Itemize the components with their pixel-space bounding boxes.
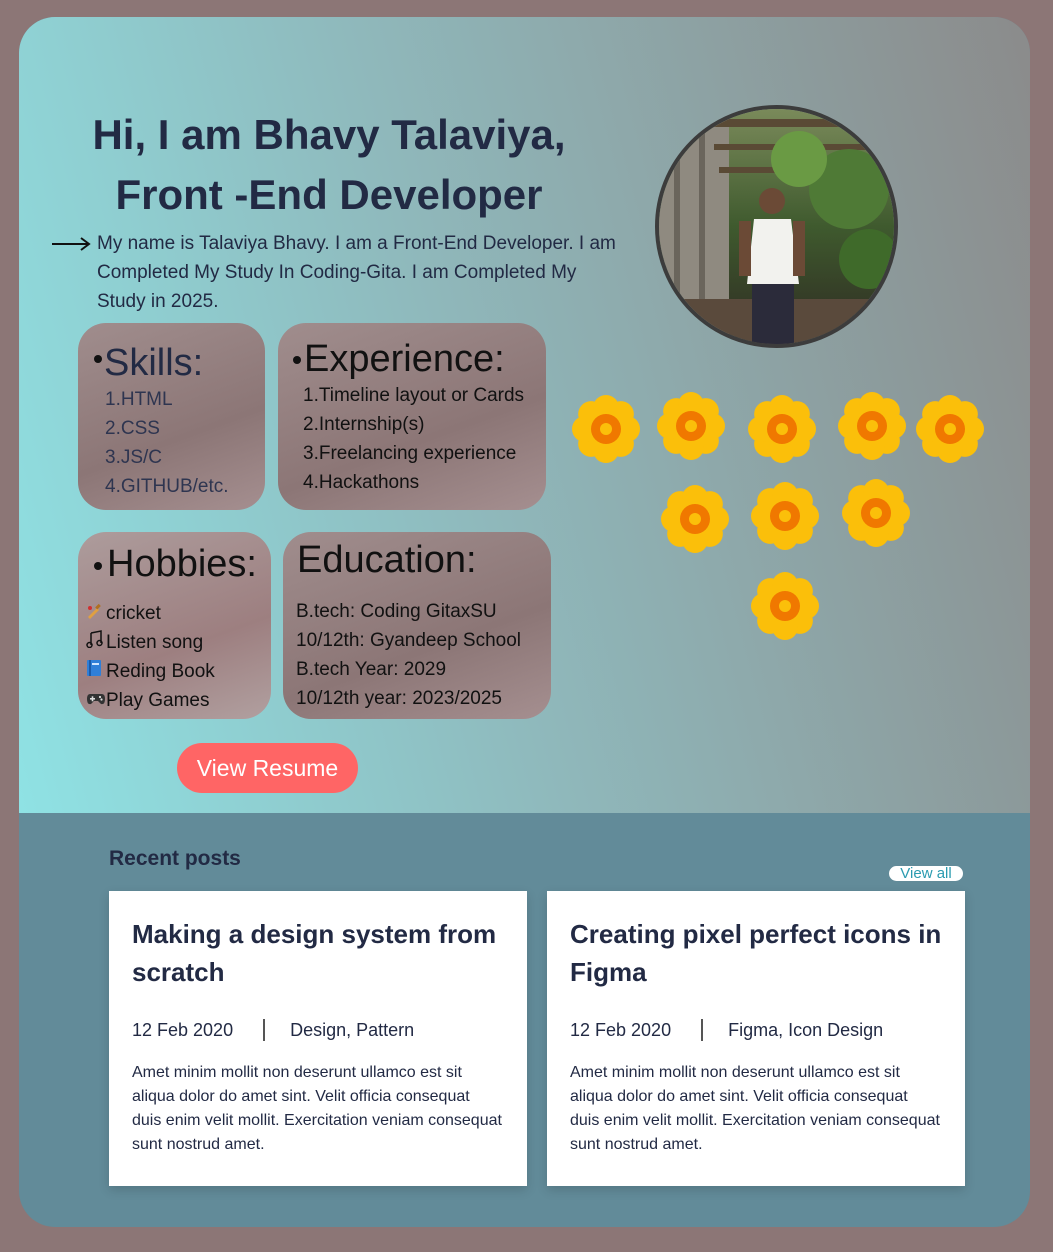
list-item: 2.CSS bbox=[105, 418, 160, 439]
game-controller-icon bbox=[86, 686, 106, 715]
post-card[interactable]: Making a design system from scratch 12 F… bbox=[109, 891, 527, 1186]
flower-icon bbox=[661, 485, 729, 553]
flower-icon bbox=[657, 392, 725, 460]
post-excerpt: Amet minim mollit non deserunt ullamco e… bbox=[570, 1064, 940, 1153]
bullet-icon bbox=[293, 356, 301, 364]
post-title[interactable]: Making a design system from scratch bbox=[132, 915, 512, 991]
list-item: Play Games bbox=[86, 686, 215, 715]
title-line-2: Front -End Developer bbox=[115, 171, 543, 218]
view-resume-button[interactable]: View Resume bbox=[177, 743, 358, 793]
hobby-label: Reding Book bbox=[106, 661, 215, 682]
skills-card: Skills: 1.HTML 2.CSS 3.JS/C 4.GITHUB/etc… bbox=[78, 323, 265, 510]
view-all-link[interactable]: View all bbox=[889, 866, 963, 881]
divider bbox=[701, 1019, 704, 1041]
bullet-icon bbox=[94, 562, 102, 570]
list-item: B.tech Year: 2029 bbox=[296, 659, 447, 680]
hobby-label: cricket bbox=[106, 603, 161, 624]
list-item: 10/12th: Gyandeep School bbox=[296, 630, 522, 651]
list-item: 10/12th year: 2023/2025 bbox=[296, 688, 503, 709]
experience-heading: Experience: bbox=[304, 338, 505, 380]
profile-photo bbox=[659, 109, 894, 344]
experience-list: 1.Timeline layout or Cards 2.Internship(… bbox=[303, 381, 524, 497]
list-item: Reding Book bbox=[86, 657, 215, 686]
flower-icon bbox=[842, 479, 910, 547]
skills-heading: Skills: bbox=[104, 342, 204, 384]
list-item: 4.GITHUB/etc. bbox=[105, 476, 229, 497]
book-icon bbox=[86, 657, 106, 686]
hobbies-card: Hobbies: cricket Listen song Reding Book bbox=[78, 532, 271, 719]
list-item: 2.Internship(s) bbox=[303, 414, 425, 435]
flower-icon bbox=[748, 395, 816, 463]
experience-card: Experience: 1.Timeline layout or Cards 2… bbox=[278, 323, 546, 510]
music-note-icon bbox=[86, 628, 106, 657]
list-item: B.tech: Coding GitaxSU bbox=[296, 601, 497, 622]
post-card[interactable]: Creating pixel perfect icons in Figma 12… bbox=[547, 891, 965, 1186]
list-item: 4.Hackathons bbox=[303, 472, 420, 493]
skills-list: 1.HTML 2.CSS 3.JS/C 4.GITHUB/etc. bbox=[105, 385, 229, 501]
post-tags: Design, Pattern bbox=[290, 1019, 415, 1040]
education-heading: Education: bbox=[297, 539, 477, 581]
post-title[interactable]: Creating pixel perfect icons in Figma bbox=[570, 915, 950, 991]
list-item: 3.Freelancing experience bbox=[303, 443, 517, 464]
page-title: Hi, I am Bhavy Talaviya, Front -End Deve… bbox=[79, 105, 579, 225]
bullet-icon bbox=[94, 355, 102, 363]
hero-section: Hi, I am Bhavy Talaviya, Front -End Deve… bbox=[19, 17, 1030, 813]
title-line-1: Hi, I am Bhavy Talaviya, bbox=[92, 111, 566, 158]
flower-icon bbox=[751, 572, 819, 640]
post-meta: 12 Feb 2020 Design, Pattern bbox=[132, 1019, 414, 1041]
hobbies-heading: Hobbies: bbox=[107, 543, 257, 585]
hobby-label: Play Games bbox=[106, 690, 210, 711]
flower-icon bbox=[751, 482, 819, 550]
flower-icon bbox=[572, 395, 640, 463]
list-item: 1.Timeline layout or Cards bbox=[303, 385, 525, 406]
post-tags: Figma, Icon Design bbox=[728, 1019, 884, 1040]
hobby-label: Listen song bbox=[106, 632, 204, 653]
divider bbox=[263, 1019, 266, 1041]
flower-icon bbox=[916, 395, 984, 463]
avatar bbox=[655, 105, 898, 348]
hobbies-list: cricket Listen song Reding Book Play Gam… bbox=[86, 599, 215, 715]
list-item: 1.HTML bbox=[105, 389, 173, 410]
cricket-bat-icon bbox=[86, 599, 106, 628]
post-date: 12 Feb 2020 bbox=[132, 1019, 234, 1040]
arrow-right-icon bbox=[52, 237, 91, 251]
education-list: B.tech: Coding GitaxSU 10/12th: Gyandeep… bbox=[296, 597, 521, 713]
intro-text: My name is Talaviya Bhavy. I am a Front-… bbox=[97, 233, 616, 312]
page-frame: Hi, I am Bhavy Talaviya, Front -End Deve… bbox=[19, 17, 1030, 1227]
flower-icon bbox=[838, 392, 906, 460]
list-item: 3.JS/C bbox=[105, 447, 163, 468]
post-date: 12 Feb 2020 bbox=[570, 1019, 672, 1040]
recent-posts-heading: Recent posts bbox=[109, 847, 241, 870]
post-excerpt: Amet minim mollit non deserunt ullamco e… bbox=[132, 1064, 502, 1153]
list-item: Listen song bbox=[86, 628, 215, 657]
post-meta: 12 Feb 2020 Figma, Icon Design bbox=[570, 1019, 883, 1041]
list-item: cricket bbox=[86, 599, 215, 628]
education-card: Education: B.tech: Coding GitaxSU 10/12t… bbox=[283, 532, 551, 719]
